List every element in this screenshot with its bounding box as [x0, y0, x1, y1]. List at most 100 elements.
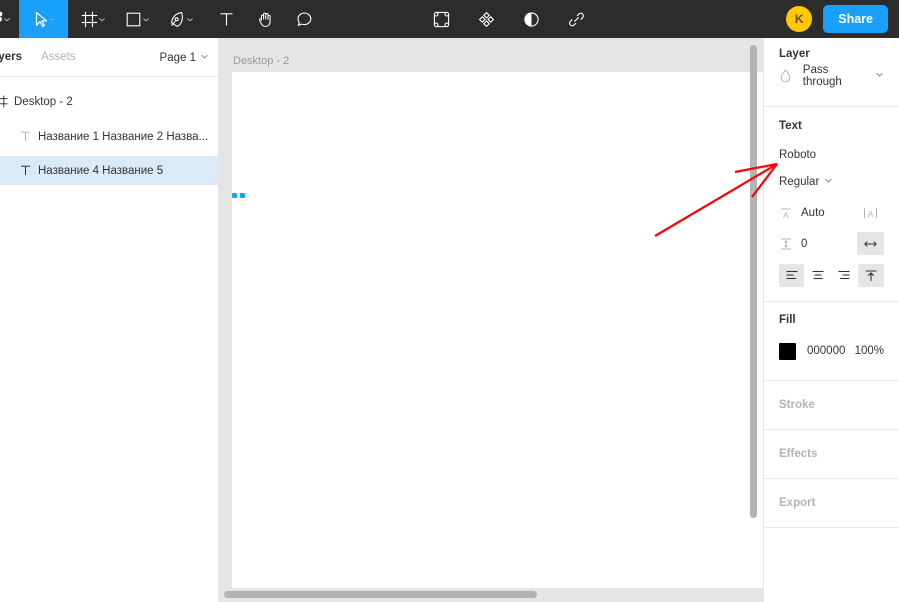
- text-tool-button[interactable]: [202, 0, 245, 38]
- layer-section-title: Layer: [779, 48, 810, 60]
- svg-text:A: A: [868, 209, 874, 219]
- frame-tool-chevron-down-icon[interactable]: [98, 0, 112, 38]
- move-tool-chevron-down-icon[interactable]: [50, 0, 64, 38]
- canvas-horizontal-scrollbar[interactable]: [224, 591, 537, 598]
- layer-row-text-1[interactable]: Название 1 Название 2 Назва...: [0, 122, 218, 151]
- fill-section-title: Fill: [779, 314, 796, 326]
- component-tool-button[interactable]: [419, 0, 464, 38]
- selection-handle[interactable]: [240, 193, 245, 198]
- main-menu-button[interactable]: [0, 0, 19, 38]
- link-chain-icon: [568, 11, 585, 28]
- blend-mode-row[interactable]: Pass through: [779, 60, 884, 92]
- canvas-vertical-scrollbar[interactable]: [750, 45, 757, 518]
- font-family-value[interactable]: Roboto: [779, 132, 884, 161]
- layer-name: Название 1 Название 2 Назва...: [38, 130, 209, 143]
- text-section: Text Roboto Regular A Auto A 0: [764, 107, 899, 302]
- blend-drop-icon: [779, 69, 803, 83]
- text-t-icon: [218, 11, 235, 28]
- share-button[interactable]: Share: [823, 5, 888, 33]
- canvas-area[interactable]: Desktop - 2: [219, 38, 763, 602]
- comment-tool-button[interactable]: [284, 0, 319, 38]
- fill-row[interactable]: 000000 100%: [779, 334, 884, 368]
- layer-row-text-2[interactable]: Название 4 Название 5: [0, 156, 218, 185]
- font-style-row[interactable]: Regular: [779, 161, 884, 188]
- blend-mode-chevron-down-icon: [875, 70, 884, 82]
- font-size-row[interactable]: A Auto A: [779, 197, 884, 228]
- line-height-row[interactable]: 0: [779, 228, 884, 259]
- effects-section-title: Effects: [779, 448, 818, 460]
- blend-mode-value: Pass through: [802, 64, 842, 88]
- text-resize-icon[interactable]: A: [857, 201, 884, 224]
- toolbar-gap-right: [599, 0, 786, 38]
- text-alignment-row: [779, 259, 884, 291]
- stroke-section-title: Stroke: [779, 399, 815, 411]
- text-metrics-grid: A Auto A 0: [779, 188, 884, 291]
- frame-hash-icon: [0, 95, 14, 108]
- line-height-icon: [779, 237, 801, 251]
- hand-tool-button[interactable]: [245, 0, 284, 38]
- layer-name: Название 4 Название 5: [38, 164, 164, 177]
- frame-tool-button[interactable]: [68, 0, 114, 38]
- page-selector[interactable]: Page 1: [160, 38, 209, 77]
- align-left-icon[interactable]: [779, 263, 805, 287]
- align-center-icon[interactable]: [805, 264, 830, 287]
- fill-hex-value[interactable]: 000000: [807, 345, 845, 357]
- plugin-diamond-icon: [478, 11, 495, 28]
- toolbar-gap-left: [319, 0, 419, 38]
- top-toolbar: K Share: [0, 0, 899, 38]
- canvas-frame-label[interactable]: Desktop - 2: [233, 55, 289, 67]
- align-top-icon[interactable]: [857, 263, 884, 287]
- layer-name: Desktop - 2: [14, 95, 73, 108]
- text-t-icon: [12, 130, 38, 143]
- pen-tool-chevron-down-icon[interactable]: [186, 0, 200, 38]
- canvas-frame-desktop-2[interactable]: [232, 72, 763, 588]
- fill-color-swatch[interactable]: [779, 342, 796, 360]
- hand-icon: [257, 11, 274, 28]
- comment-bubble-icon: [296, 11, 313, 28]
- tab-assets[interactable]: Assets: [41, 51, 76, 63]
- toolbar-center-tools: [419, 0, 599, 38]
- frame-icon: [81, 11, 98, 28]
- export-section[interactable]: Export: [764, 479, 899, 528]
- text-section-title: Text: [779, 120, 802, 132]
- align-right-icon[interactable]: [832, 264, 857, 287]
- plugins-tool-button[interactable]: [464, 0, 509, 38]
- page-selector-label: Page 1: [159, 51, 196, 64]
- effects-section[interactable]: Effects: [764, 430, 899, 479]
- stroke-section[interactable]: Stroke: [764, 381, 899, 430]
- sidebar-header: ayers Assets Page 1: [0, 38, 218, 77]
- layer-row-desktop-2[interactable]: Desktop - 2: [0, 87, 218, 116]
- font-style-chevron-down-icon: [824, 176, 833, 188]
- left-sidebar: ayers Assets Page 1 Desktop - 2: [0, 38, 219, 602]
- contrast-circle-icon: [523, 11, 540, 28]
- export-section-title: Export: [779, 497, 816, 509]
- font-size-icon: A: [779, 206, 801, 220]
- component-icon: [433, 11, 450, 28]
- pen-tool-button[interactable]: [158, 0, 202, 38]
- fill-section: Fill 000000 100%: [764, 302, 899, 381]
- page-selector-chevron-down-icon: [200, 52, 209, 64]
- right-properties-panel: Layer Pass through Text Roboto Regular A…: [763, 38, 899, 602]
- link-tool-button[interactable]: [554, 0, 599, 38]
- font-size-value: Auto: [801, 206, 825, 219]
- text-t-icon: [12, 164, 38, 177]
- line-height-value: 0: [801, 237, 808, 250]
- figma-app-window: K Share ayers Assets Page 1 Desktop - 2: [0, 0, 899, 602]
- shape-tool-chevron-down-icon[interactable]: [142, 0, 156, 38]
- letter-spacing-icon[interactable]: [857, 232, 884, 255]
- square-icon: [125, 11, 142, 28]
- tab-layers[interactable]: ayers: [0, 51, 22, 63]
- shape-tool-button[interactable]: [114, 0, 158, 38]
- fill-opacity-value[interactable]: 100%: [855, 345, 884, 357]
- mask-tool-button[interactable]: [509, 0, 554, 38]
- main-menu-chevron-down-icon[interactable]: [3, 0, 17, 38]
- cursor-icon: [33, 11, 50, 28]
- pen-icon: [169, 11, 186, 28]
- layer-section: Layer Pass through: [764, 38, 899, 107]
- avatar[interactable]: K: [786, 6, 813, 32]
- svg-text:A: A: [783, 210, 789, 220]
- selection-handle[interactable]: [232, 193, 237, 198]
- font-style-value: Regular: [779, 176, 820, 188]
- move-tool-button[interactable]: [19, 0, 68, 38]
- toolbar-left-tools: [0, 0, 319, 38]
